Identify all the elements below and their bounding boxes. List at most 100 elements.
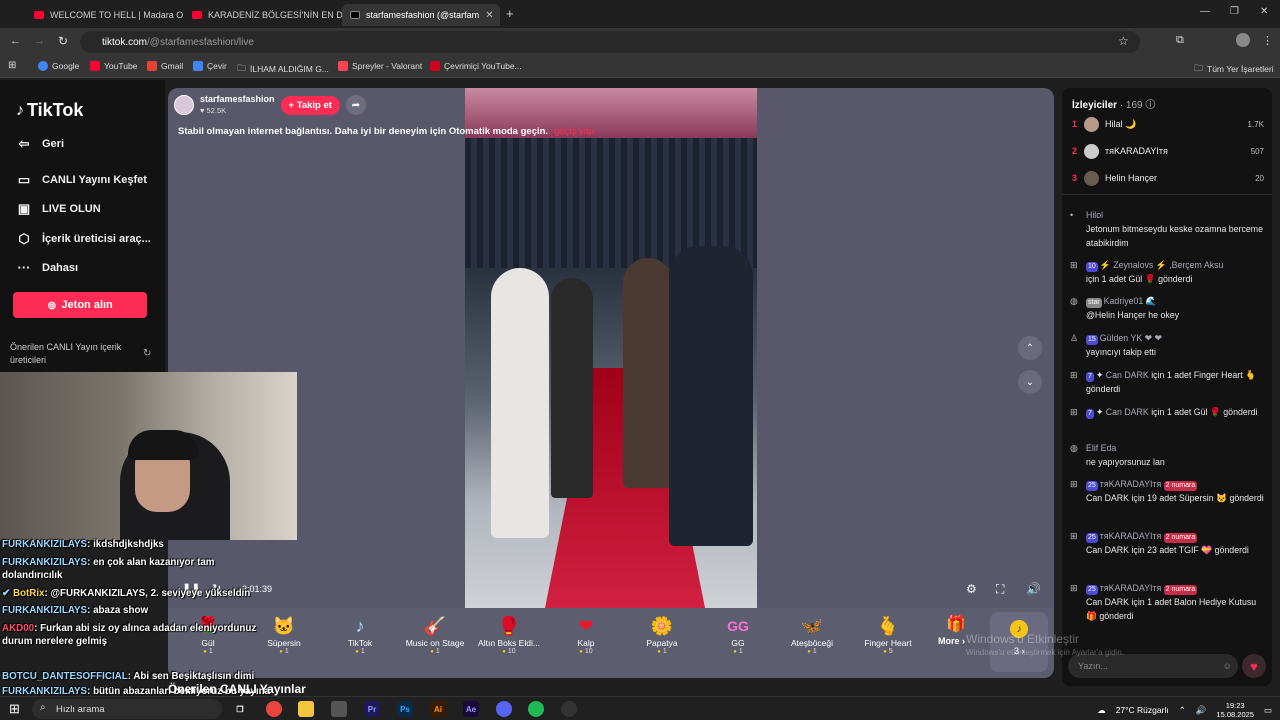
notification-icon[interactable]: ▭ <box>1264 705 1272 716</box>
bookmark-star-icon[interactable]: ☆ <box>1118 34 1129 48</box>
folder-icon: 🗀 <box>237 63 247 73</box>
window-close-icon[interactable]: ✕ <box>1260 6 1268 17</box>
chat-name: Can DARK <box>1105 370 1149 380</box>
overlay-chat-text: : ikdshdjkshdjks <box>87 539 164 550</box>
file-explorer-icon[interactable] <box>298 701 314 717</box>
minimize-icon[interactable]: — <box>1200 6 1210 17</box>
chat-name: Kadriye01 🌊 <box>1103 296 1157 306</box>
url-field[interactable]: tiktok.com/@starfamesfashion/live <box>80 31 1140 53</box>
premiere-icon[interactable]: Pr <box>364 701 380 717</box>
weather-text[interactable]: 27°C Rüzgarlı <box>1116 705 1169 715</box>
viewer-name: Hilal 🌙 <box>1105 118 1137 129</box>
gift-papatya[interactable]: 🌼 Papatya1 <box>627 614 697 655</box>
bookmark-youtube-online[interactable]: Çevrimiçi YouTube... <box>430 61 522 71</box>
after-effects-icon[interactable]: Ae <box>463 701 479 717</box>
bookmark-gmail[interactable]: Gmail <box>147 61 183 71</box>
windows-start-icon[interactable]: ⊞ <box>9 701 20 717</box>
rank-badge: 2 numara <box>1163 481 1198 491</box>
spotify-icon[interactable] <box>528 701 544 717</box>
nav-back[interactable]: ⇦ Geri <box>16 136 64 152</box>
get-coins-button[interactable]: ⊚ Jeton alın <box>13 292 147 318</box>
extensions-icon[interactable]: ⧉ <box>1176 34 1184 47</box>
bookmark-valorant[interactable]: Spreyler - Valorant <box>338 61 422 71</box>
forward-icon[interactable]: → <box>34 35 45 47</box>
button-label: Jeton alın <box>61 299 113 311</box>
settings-gear-icon[interactable]: ⚙ <box>966 582 977 596</box>
windows-activation-title: Windows'u Etkinleştir <box>966 632 1079 646</box>
switch-link[interactable]: geçiş yap <box>554 126 594 137</box>
nav-creator-tools[interactable]: ⬡ İçerik üreticisi araç... <box>16 231 151 247</box>
top-viewer-row[interactable]: 3 Helin Hançer 20 <box>1072 169 1264 187</box>
gift-music-on-stage[interactable]: 🎸 Music on Stage1 <box>399 614 471 655</box>
task-view-icon[interactable]: ❐ <box>232 701 248 717</box>
overlay-chat-text: : @FURKANKIZILAYS, 2. seviyeye yükseldin <box>44 588 251 599</box>
chevron-down-icon[interactable]: ⌄ <box>1018 370 1042 394</box>
overlay-chat-line: FURKANKIZILAYS: abaza show <box>2 605 148 616</box>
illustrator-icon[interactable]: Ai <box>430 701 446 717</box>
streamer-hair <box>128 430 198 460</box>
all-bookmarks[interactable]: 🗀 Tüm Yer İşaretleri <box>1194 61 1274 77</box>
tab-youtube-1[interactable]: WELCOME TO HELL | Madara O ✕ <box>26 4 184 26</box>
follow-button[interactable]: + Takip et <box>280 95 340 115</box>
viewer-score: 20 <box>1255 173 1264 183</box>
gift-altin-boks[interactable]: 🥊 Altın Boks Eldi...10 <box>474 614 544 655</box>
top-viewer-row[interactable]: 1 Hilal 🌙 1.7K <box>1072 115 1264 133</box>
app-icon[interactable] <box>561 701 577 717</box>
new-tab-button[interactable]: + <box>506 6 514 21</box>
app-icon[interactable] <box>331 701 347 717</box>
live-video[interactable] <box>465 88 757 608</box>
share-icon[interactable]: ➦ <box>345 95 366 115</box>
gift-supersin[interactable]: 🐱 Süpersin1 <box>249 614 319 655</box>
nav-go-live[interactable]: ▣ LIVE OLUN <box>16 201 101 217</box>
more-gifts-button[interactable]: More › <box>938 636 965 646</box>
top-viewer-row[interactable]: 2 тяKARADAYIтя 507 <box>1072 142 1264 160</box>
gift-tiktok[interactable]: ♪ TikTok1 <box>325 614 395 655</box>
discord-icon[interactable] <box>496 701 512 717</box>
live-player: starfamesfashion ♥ 52.5K + Takip et ➦ St… <box>168 88 1054 678</box>
gift-atesbocegi[interactable]: 🦋 Ateşböceği1 <box>777 614 847 655</box>
chevron-up-icon[interactable]: ⌃ <box>1179 705 1186 716</box>
gift-gg[interactable]: GGGG1 <box>703 614 773 655</box>
nav-more[interactable]: ··· Dahası <box>16 260 79 275</box>
taskbar-search[interactable]: ⌕ Hızlı arama <box>32 699 222 719</box>
clock[interactable]: 19:23 15.08.2025 <box>1216 701 1254 719</box>
bookmark-cevir[interactable]: Çevir <box>193 61 227 71</box>
volume-icon[interactable]: 🔊 <box>1026 582 1041 596</box>
volume-icon[interactable]: 🔊 <box>1196 705 1207 716</box>
bookmark-folder[interactable]: 🗀 İLHAM ALDIĞIM G... <box>237 61 329 77</box>
info-icon[interactable]: ⓘ <box>1145 100 1155 111</box>
gift-price: 1 <box>777 648 847 655</box>
gift-price: 10 <box>474 648 544 655</box>
bookmark-google[interactable]: Google <box>38 61 79 71</box>
photoshop-icon[interactable]: Ps <box>397 701 413 717</box>
streamer-name[interactable]: starfamesfashion <box>200 94 275 105</box>
close-icon[interactable]: ✕ <box>485 10 493 21</box>
refresh-icon[interactable]: ↻ <box>143 348 151 359</box>
heart-icon[interactable]: ♥ <box>1242 654 1266 678</box>
apps-icon[interactable]: ⊞ <box>8 60 16 71</box>
streamer-avatar[interactable] <box>174 95 194 115</box>
reload-icon[interactable]: ↻ <box>58 34 68 48</box>
profile-avatar[interactable] <box>1236 33 1250 47</box>
chat-input[interactable]: Yazın... ☺ <box>1068 654 1238 678</box>
nav-label: LIVE OLUN <box>42 203 101 215</box>
emoji-icon[interactable]: ☺ <box>1223 661 1232 671</box>
tiktok-logo[interactable]: ♪ TikTok <box>16 100 83 121</box>
bookmark-youtube[interactable]: YouTube <box>90 61 137 71</box>
back-icon[interactable]: ← <box>10 35 21 47</box>
viewer-score: 507 <box>1250 146 1264 156</box>
tab-tiktok[interactable]: starfamesfashion (@starfam ✕ <box>342 4 500 26</box>
restore-icon[interactable]: ❐ <box>1230 6 1239 17</box>
chevron-up-icon[interactable]: ⌃ <box>1018 336 1042 360</box>
fullscreen-icon[interactable]: ⛶ <box>996 582 1004 597</box>
gift-name: GG <box>731 638 745 648</box>
tab-youtube-2[interactable]: KARADENİZ BÖLGESİ'NİN EN D ✕ <box>184 4 342 26</box>
gift-finger-heart[interactable]: 🫰 Finger Heart5 <box>853 614 923 655</box>
chrome-icon[interactable] <box>266 701 282 717</box>
chat-text: ne yapıyorsunuz lan <box>1086 457 1165 467</box>
gift-price: 1 <box>627 648 697 655</box>
viewer-score: 1.7K <box>1247 119 1264 129</box>
gift-kalp[interactable]: ❤ Kalp10 <box>551 614 621 655</box>
menu-icon[interactable]: ⋮ <box>1262 34 1273 47</box>
nav-live-explore[interactable]: ▭ CANLI Yayını Keşfet <box>16 172 147 188</box>
